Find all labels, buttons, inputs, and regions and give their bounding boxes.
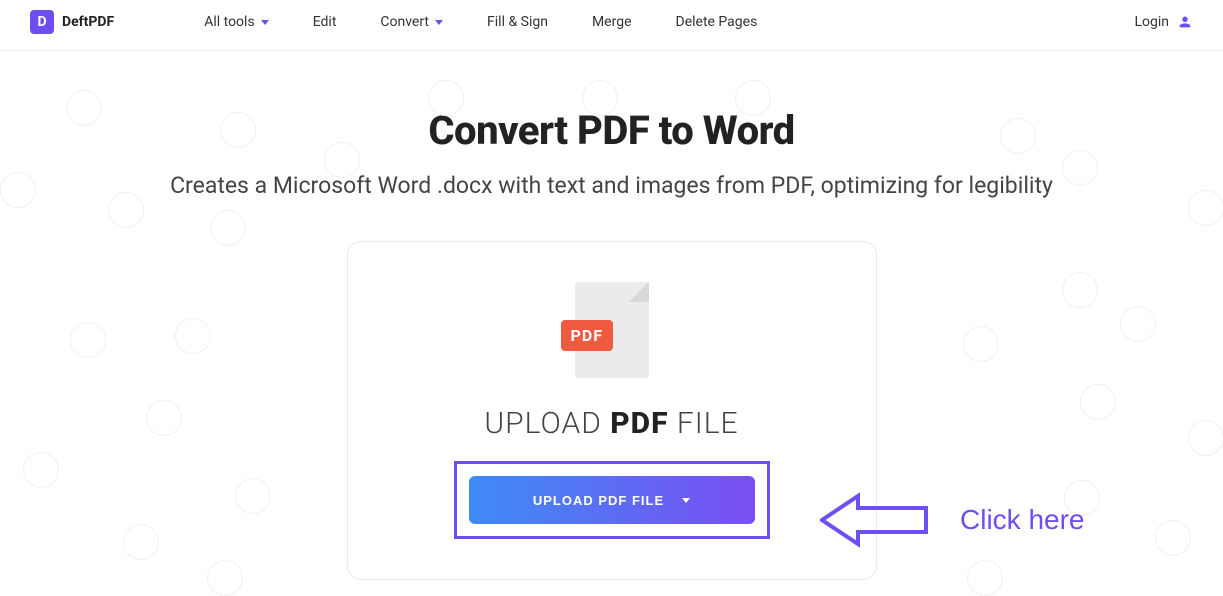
upload-pdf-button[interactable]: UPLOAD PDF FILE: [469, 476, 755, 524]
bg-circle: [235, 478, 271, 514]
bg-circle: [210, 210, 246, 246]
logo[interactable]: D DeftPDF: [30, 10, 114, 34]
bg-circle: [324, 142, 360, 178]
pdf-file-icon: PDF: [575, 282, 649, 378]
page-title: Convert PDF to Word: [0, 107, 1223, 154]
bg-circle: [123, 524, 159, 560]
nav-label: All tools: [204, 14, 254, 30]
chevron-down-icon: [261, 20, 269, 25]
bg-circle: [582, 80, 618, 116]
nav-label: Convert: [380, 14, 429, 30]
nav-all-tools[interactable]: All tools: [204, 14, 268, 30]
nav-label: Merge: [592, 14, 632, 30]
bg-circle: [220, 112, 256, 148]
upload-title-pre: UPLOAD: [484, 406, 610, 441]
logo-mark: D: [30, 10, 54, 34]
nav: All tools Edit Convert Fill & Sign Merge…: [204, 14, 757, 30]
bg-circle: [1080, 384, 1116, 420]
upload-title: UPLOAD PDF FILE: [388, 406, 836, 441]
header: D DeftPDF All tools Edit Convert Fill & …: [0, 0, 1223, 51]
bg-circle: [428, 80, 464, 116]
bg-circle: [967, 560, 1003, 596]
pdf-badge: PDF: [561, 320, 614, 351]
bg-circle: [1120, 306, 1156, 342]
user-icon: [1177, 14, 1193, 30]
bg-circle: [146, 400, 182, 436]
annotation: Click here: [820, 490, 1084, 550]
bg-circle: [207, 560, 243, 596]
bg-circle: [175, 318, 211, 354]
bg-circle: [963, 326, 999, 362]
upload-title-bold: PDF: [610, 406, 668, 441]
bg-circle: [23, 452, 59, 488]
bg-circle: [1188, 190, 1223, 226]
bg-circle: [70, 322, 106, 358]
bg-circle: [66, 90, 102, 126]
arrow-left-icon: [820, 490, 930, 550]
page-subtitle: Creates a Microsoft Word .docx with text…: [0, 172, 1223, 199]
bg-circle: [1155, 520, 1191, 556]
bg-circle: [1062, 272, 1098, 308]
logo-letter: D: [37, 14, 46, 30]
bg-circle: [0, 172, 36, 208]
bg-circle: [1188, 420, 1223, 456]
chevron-down-icon: [682, 498, 690, 503]
chevron-down-icon: [435, 20, 443, 25]
upload-button-label: UPLOAD PDF FILE: [533, 493, 664, 508]
nav-delete-pages[interactable]: Delete Pages: [676, 14, 758, 30]
upload-title-post: FILE: [669, 406, 739, 441]
nav-label: Delete Pages: [676, 14, 758, 30]
nav-convert[interactable]: Convert: [380, 14, 443, 30]
bg-circle: [1062, 150, 1098, 186]
nav-label: Edit: [313, 14, 337, 30]
nav-fill-sign[interactable]: Fill & Sign: [487, 14, 548, 30]
login-link[interactable]: Login: [1134, 14, 1193, 30]
bg-circle: [1000, 118, 1036, 154]
logo-text: DeftPDF: [62, 14, 114, 30]
nav-label: Fill & Sign: [487, 14, 548, 30]
upload-button-highlight: UPLOAD PDF FILE: [454, 461, 770, 539]
login-label: Login: [1134, 14, 1169, 30]
annotation-text: Click here: [960, 504, 1084, 536]
nav-edit[interactable]: Edit: [313, 14, 337, 30]
upload-card: PDF UPLOAD PDF FILE UPLOAD PDF FILE: [347, 241, 877, 580]
nav-merge[interactable]: Merge: [592, 14, 632, 30]
bg-circle: [735, 80, 771, 116]
bg-circle: [108, 192, 144, 228]
